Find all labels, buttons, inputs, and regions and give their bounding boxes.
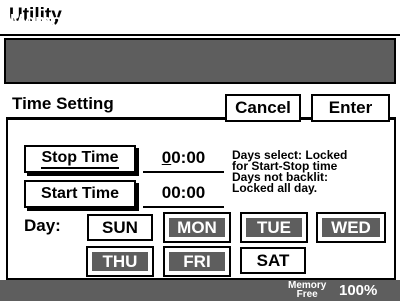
day-button-sun[interactable]: SUN — [87, 214, 153, 241]
day-button-sat[interactable]: SAT — [240, 247, 306, 274]
panel-title: Time Setting — [12, 94, 114, 113]
stop-time-button[interactable]: Stop Time — [24, 145, 136, 173]
screen-banner — [4, 38, 396, 84]
memory-label-line: Free — [296, 289, 318, 300]
stop-time-label: Stop Time — [41, 149, 119, 169]
screen-title: Memory Lock RX Settings. — [10, 11, 238, 31]
day-select-info: Days select: Locked for Start-Stop time … — [232, 149, 400, 195]
day-button-thu[interactable]: THU — [86, 246, 154, 277]
memory-free-label: Memory Free — [288, 281, 326, 300]
info-line: Locked all day. — [232, 181, 318, 195]
start-time-value[interactable]: 00:00 — [143, 180, 224, 208]
day-button-wed[interactable]: WED — [316, 212, 386, 243]
stop-time-value[interactable]: 0 0:00 — [143, 145, 224, 173]
enter-button[interactable]: Enter — [311, 94, 390, 122]
day-button-mon[interactable]: MON — [163, 212, 231, 243]
day-button-tue[interactable]: TUE — [240, 212, 308, 243]
memory-free-value: 100% — [339, 282, 378, 299]
stop-time-cursor-digit: 0 — [161, 148, 172, 167]
start-time-button[interactable]: Start Time — [24, 180, 136, 208]
stop-time-value-rest: 0:00 — [171, 148, 206, 167]
day-label: Day: — [24, 216, 61, 235]
cancel-button[interactable]: Cancel — [225, 94, 301, 122]
day-button-fri[interactable]: FRI — [163, 246, 231, 277]
